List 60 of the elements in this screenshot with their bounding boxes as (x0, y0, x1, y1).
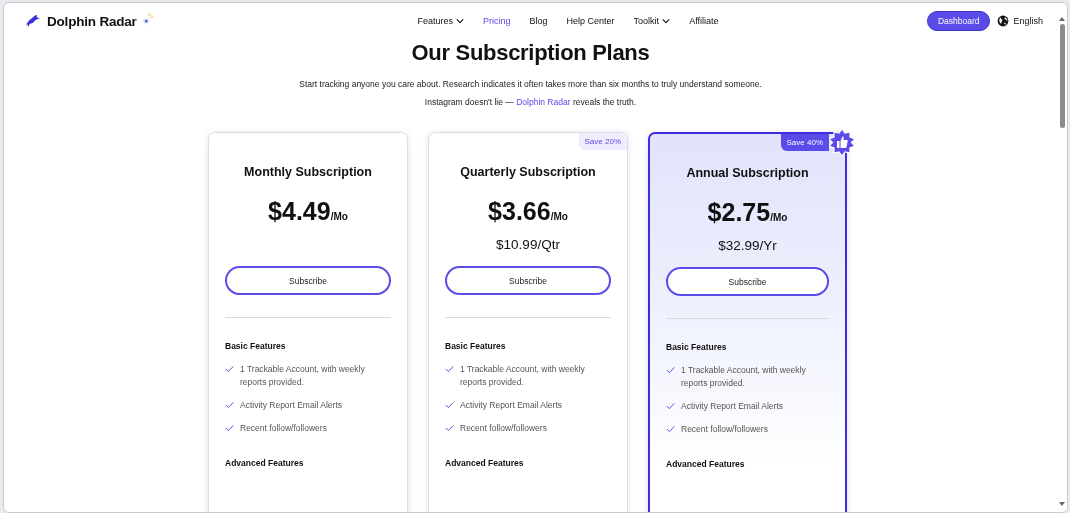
brand-name: Dolphin Radar (47, 13, 137, 29)
plan-total: $32.99/Yr (717, 238, 778, 254)
plan-price: $4.49 (268, 197, 331, 226)
subscribe-button[interactable]: Subscribe (225, 266, 391, 295)
feature-text: 1 Trackable Account, with weekly reports provided. (240, 363, 366, 389)
nav-link[interactable]: Toolkit (633, 16, 671, 26)
check-icon (666, 402, 675, 410)
dolphin-icon (23, 13, 41, 29)
tagline: Instagram doesn't lie — Dolphin Radar reveals the truth. (424, 97, 637, 107)
check-icon (666, 366, 675, 374)
brand-link[interactable]: Dolphin Radar (516, 97, 571, 107)
feature-text: 1 Trackable Account, with weekly reports provided. (681, 364, 807, 390)
page-title: Our Subscription Plans (411, 40, 650, 66)
check-icon (225, 401, 234, 409)
section-heading: Advanced Features (225, 458, 305, 468)
plan-price: $3.66 (488, 197, 551, 226)
price-unit: /Mo (550, 211, 568, 222)
section-heading: Basic Features (225, 341, 287, 351)
plan-total: $10.99/Qtr (495, 237, 561, 253)
check-icon (445, 401, 454, 409)
subtitle: Start tracking anyone you care about. Research indicates it often takes more than six months to truly understand someone. (299, 79, 762, 89)
discount-badge: Save 20% (578, 133, 627, 150)
feature-text: Recent follow/followers (240, 422, 327, 435)
nav-link[interactable]: Features (417, 16, 465, 26)
feature-text: Recent follow/followers (681, 423, 768, 436)
thumbs-up-badge-icon (829, 129, 855, 156)
check-icon (445, 424, 454, 432)
nav-link[interactable]: Help Center (566, 16, 615, 26)
discount-badge: Save 40% (780, 134, 829, 151)
plan-price: $2.75 (707, 198, 771, 227)
plan-name: Annual Subscription (685, 166, 810, 180)
nav-link[interactable]: Blog (529, 16, 548, 26)
plan-name: Quarterly Subscription (459, 165, 597, 179)
check-icon (225, 424, 234, 432)
plan-name: Monthly Subscription (243, 165, 373, 179)
price-unit: /Mo (330, 211, 348, 222)
feature-text: 1 Trackable Account, with weekly reports provided. (460, 363, 586, 389)
section-heading: Basic Features (445, 341, 507, 351)
section-heading: Basic Features (666, 342, 728, 352)
check-icon (445, 365, 454, 373)
price-unit: /Mo (770, 212, 788, 223)
section-heading: Advanced Features (666, 459, 746, 469)
feature-text: Activity Report Email Alerts (460, 399, 563, 412)
nav-link[interactable]: Pricing (483, 16, 511, 26)
globe-icon (997, 15, 1010, 27)
language-selector[interactable]: English (997, 15, 1043, 27)
section-heading: Advanced Features (445, 458, 525, 468)
sparkle-icon (140, 11, 154, 25)
feature-text: Recent follow/followers (460, 422, 547, 435)
subscribe-button[interactable]: Subscribe (666, 267, 829, 296)
feature-text: Activity Report Email Alerts (240, 399, 343, 412)
feature-text: Activity Report Email Alerts (681, 400, 784, 413)
chevron-icon (456, 18, 465, 24)
dashboard-button[interactable]: Dashboard (926, 11, 991, 31)
subscribe-button[interactable]: Subscribe (445, 266, 611, 295)
nav-link[interactable]: Affiliate (689, 16, 719, 26)
scrollbar[interactable] (1057, 3, 1067, 512)
check-icon (666, 425, 675, 433)
chevron-icon (662, 18, 671, 24)
check-icon (225, 365, 234, 373)
